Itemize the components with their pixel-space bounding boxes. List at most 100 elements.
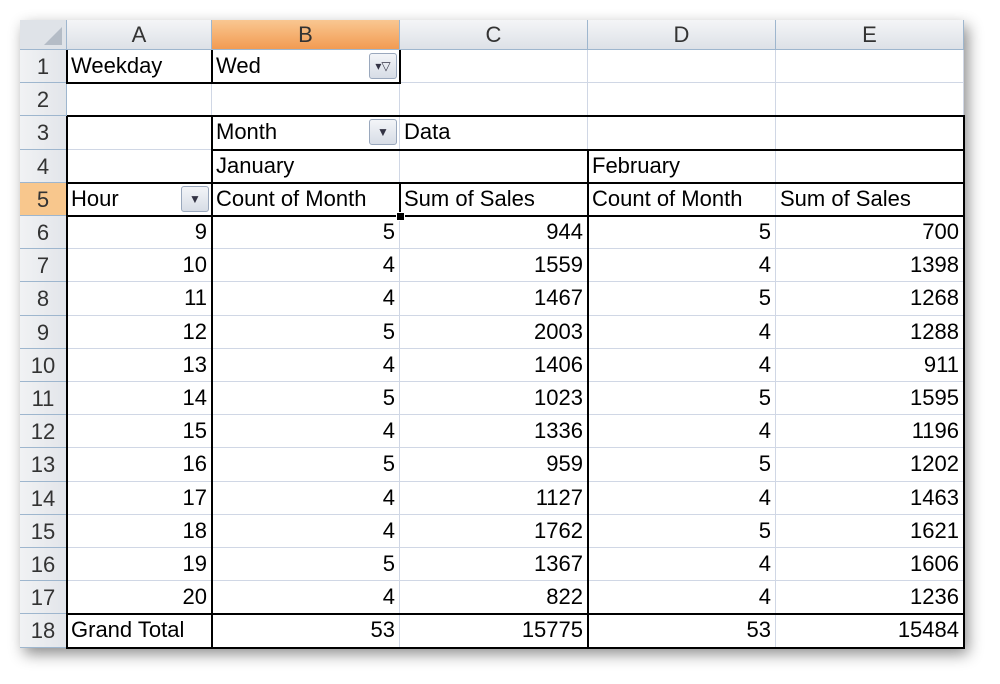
cell-b12[interactable]: 4 <box>212 415 400 449</box>
cell-c6[interactable]: 944 <box>400 216 588 250</box>
cell-e9[interactable]: 1288 <box>776 315 964 349</box>
select-all-button[interactable] <box>20 20 67 50</box>
column-header-c[interactable]: C <box>400 20 588 50</box>
cell-e12[interactable]: 1196 <box>776 415 964 449</box>
cell-e18[interactable]: 15484 <box>776 614 964 648</box>
row-header-5[interactable]: 5 <box>20 182 67 216</box>
cell-e1[interactable] <box>776 50 964 84</box>
cell-c8[interactable]: 1467 <box>400 282 588 316</box>
cell-a4[interactable] <box>67 149 212 183</box>
cell-a10[interactable]: 13 <box>67 348 212 382</box>
cell-c12[interactable]: 1336 <box>400 415 588 449</box>
cell-d13[interactable]: 5 <box>588 448 776 482</box>
cell-a11[interactable]: 14 <box>67 382 212 416</box>
cell-e11[interactable]: 1595 <box>776 382 964 416</box>
weekday-dropdown-button[interactable]: ▾▽ <box>369 53 397 79</box>
cell-a12[interactable]: 15 <box>67 415 212 449</box>
cell-d3[interactable] <box>588 116 776 150</box>
row-header-2[interactable]: 2 <box>20 83 67 117</box>
cell-d7[interactable]: 4 <box>588 249 776 283</box>
cell-d18[interactable]: 53 <box>588 614 776 648</box>
cell-a14[interactable]: 17 <box>67 481 212 515</box>
cell-c3[interactable]: Data <box>400 116 588 150</box>
cell-b10[interactable]: 4 <box>212 348 400 382</box>
cell-e6[interactable]: 700 <box>776 216 964 250</box>
cell-e14[interactable]: 1463 <box>776 481 964 515</box>
row-header-7[interactable]: 7 <box>20 249 67 283</box>
cell-a1[interactable]: Weekday <box>67 50 212 84</box>
cell-a13[interactable]: 16 <box>67 448 212 482</box>
cell-a15[interactable]: 18 <box>67 514 212 548</box>
cell-d12[interactable]: 4 <box>588 415 776 449</box>
cell-d17[interactable]: 4 <box>588 581 776 615</box>
cell-b18[interactable]: 53 <box>212 614 400 648</box>
row-header-14[interactable]: 14 <box>20 481 67 515</box>
cell-e5[interactable]: Sum of Sales <box>776 182 964 216</box>
row-header-17[interactable]: 17 <box>20 581 67 615</box>
row-header-8[interactable]: 8 <box>20 282 67 316</box>
column-header-e[interactable]: E <box>776 20 964 50</box>
cell-d2[interactable] <box>588 83 776 117</box>
cell-a3[interactable] <box>67 116 212 150</box>
cell-e13[interactable]: 1202 <box>776 448 964 482</box>
cell-a9[interactable]: 12 <box>67 315 212 349</box>
cell-c10[interactable]: 1406 <box>400 348 588 382</box>
row-header-3[interactable]: 3 <box>20 116 67 150</box>
cell-b2[interactable] <box>212 83 400 117</box>
cell-e3[interactable] <box>776 116 964 150</box>
row-header-11[interactable]: 11 <box>20 382 67 416</box>
cell-a16[interactable]: 19 <box>67 548 212 582</box>
cell-d6[interactable]: 5 <box>588 216 776 250</box>
cell-e8[interactable]: 1268 <box>776 282 964 316</box>
row-header-4[interactable]: 4 <box>20 149 67 183</box>
cell-c5[interactable]: Sum of Sales <box>400 182 588 216</box>
row-header-6[interactable]: 6 <box>20 216 67 250</box>
cell-d1[interactable] <box>588 50 776 84</box>
cell-e2[interactable] <box>776 83 964 117</box>
cell-e15[interactable]: 1621 <box>776 514 964 548</box>
cell-c11[interactable]: 1023 <box>400 382 588 416</box>
row-header-1[interactable]: 1 <box>20 50 67 84</box>
cell-c7[interactable]: 1559 <box>400 249 588 283</box>
cell-c18[interactable]: 15775 <box>400 614 588 648</box>
cell-b9[interactable]: 5 <box>212 315 400 349</box>
row-header-18[interactable]: 18 <box>20 614 67 648</box>
cell-c15[interactable]: 1762 <box>400 514 588 548</box>
column-header-b[interactable]: B <box>212 20 400 50</box>
cell-a18[interactable]: Grand Total <box>67 614 212 648</box>
cell-b14[interactable]: 4 <box>212 481 400 515</box>
cell-a17[interactable]: 20 <box>67 581 212 615</box>
cell-e16[interactable]: 1606 <box>776 548 964 582</box>
cell-c13[interactable]: 959 <box>400 448 588 482</box>
row-header-13[interactable]: 13 <box>20 448 67 482</box>
cell-d10[interactable]: 4 <box>588 348 776 382</box>
cell-b13[interactable]: 5 <box>212 448 400 482</box>
cell-c1[interactable] <box>400 50 588 84</box>
column-header-d[interactable]: D <box>588 20 776 50</box>
cell-e4[interactable] <box>776 149 964 183</box>
row-header-16[interactable]: 16 <box>20 548 67 582</box>
cell-c14[interactable]: 1127 <box>400 481 588 515</box>
cell-d11[interactable]: 5 <box>588 382 776 416</box>
cell-e17[interactable]: 1236 <box>776 581 964 615</box>
cell-d4[interactable]: February <box>588 149 776 183</box>
hour-dropdown-button[interactable]: ▼ <box>181 185 209 212</box>
cell-e7[interactable]: 1398 <box>776 249 964 283</box>
cell-c2[interactable] <box>400 83 588 117</box>
cell-b15[interactable]: 4 <box>212 514 400 548</box>
cell-b16[interactable]: 5 <box>212 548 400 582</box>
row-header-15[interactable]: 15 <box>20 514 67 548</box>
cell-a8[interactable]: 11 <box>67 282 212 316</box>
cell-b4[interactable]: January <box>212 149 400 183</box>
cell-d8[interactable]: 5 <box>588 282 776 316</box>
cell-a2[interactable] <box>67 83 212 117</box>
cell-b8[interactable]: 4 <box>212 282 400 316</box>
cell-d16[interactable]: 4 <box>588 548 776 582</box>
cell-d9[interactable]: 4 <box>588 315 776 349</box>
cell-c4[interactable] <box>400 149 588 183</box>
active-cell-b5[interactable] <box>211 181 401 217</box>
cell-d14[interactable]: 4 <box>588 481 776 515</box>
fill-handle[interactable] <box>396 212 405 221</box>
cell-d5[interactable]: Count of Month <box>588 182 776 216</box>
row-header-10[interactable]: 10 <box>20 348 67 382</box>
